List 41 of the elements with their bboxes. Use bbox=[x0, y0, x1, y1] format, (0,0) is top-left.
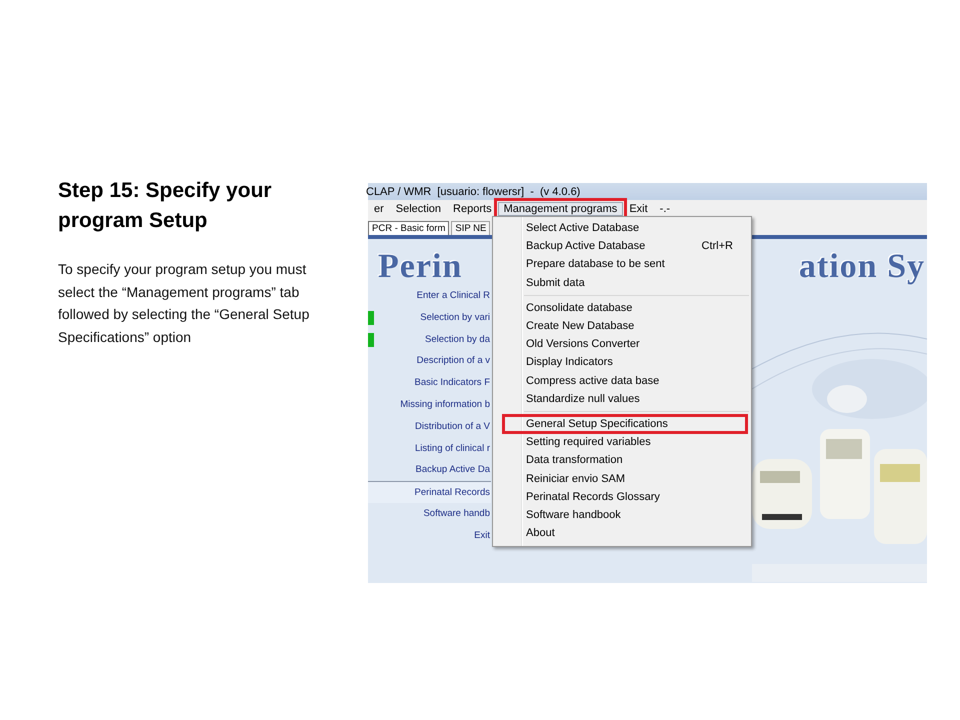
nav-link[interactable]: Description of a v bbox=[416, 350, 491, 372]
menu-option[interactable]: Setting required variables bbox=[493, 433, 751, 452]
menu-option[interactable]: General Setup Specifications bbox=[503, 414, 747, 434]
tab[interactable]: SIP NE bbox=[451, 221, 490, 235]
menu-option[interactable]: Perinatal Records Glossary bbox=[493, 488, 751, 506]
menu-option[interactable]: Data transformation bbox=[493, 451, 751, 470]
menu-option[interactable]: Submit data bbox=[493, 274, 751, 292]
nav-link[interactable]: Basic Indicators F bbox=[414, 372, 491, 394]
menu-option[interactable]: Display Indicators bbox=[493, 353, 751, 372]
nav-link[interactable]: Selection by vari bbox=[420, 306, 491, 329]
slide-title: Step 15: Specify your program Setup bbox=[58, 178, 273, 234]
menu-option[interactable]: Standardize null values bbox=[493, 390, 751, 408]
menu-option[interactable]: Software handbook bbox=[493, 506, 751, 524]
menu-option[interactable]: Backup Active Database Ctrl+R bbox=[493, 237, 751, 256]
menu-item[interactable]: er bbox=[368, 202, 390, 216]
nav-link[interactable]: Exit bbox=[474, 524, 491, 547]
menu-option[interactable]: Prepare database to be sent bbox=[493, 255, 751, 274]
nav-link[interactable]: Missing information b bbox=[400, 394, 491, 416]
banner-title: Perin bbox=[378, 251, 462, 283]
menu-option[interactable]: Old Versions Converter bbox=[493, 335, 751, 354]
window-title: CLAP / WMR [usuario: flowersr] - (v 4.0.6) bbox=[366, 186, 580, 198]
nav-link[interactable]: Distribution of a V bbox=[415, 416, 491, 438]
menu-option[interactable]: Reiniciar envio SAM bbox=[493, 469, 751, 488]
slide-text: To specify your program setup you must select the “Management programs” tab followed by selecting the “General Setup Specifications” option bbox=[58, 260, 310, 347]
menu-option[interactable]: Select Active Database bbox=[493, 219, 751, 238]
menu-option[interactable]: Consolidate database bbox=[493, 298, 751, 317]
menu-option[interactable]: Create New Database bbox=[493, 316, 751, 336]
nav-link[interactable]: Listing of clinical r bbox=[415, 438, 491, 460]
menu-item[interactable]: -.- bbox=[654, 202, 676, 216]
tab[interactable]: PCR - Basic form bbox=[368, 221, 450, 235]
nav-link[interactable]: Backup Active Da bbox=[416, 459, 491, 482]
nav-link[interactable]: Software handb bbox=[423, 502, 491, 525]
menu-item[interactable]: Selection bbox=[390, 202, 448, 216]
menu-option[interactable]: About bbox=[493, 524, 751, 542]
nav-link[interactable]: Enter a Clinical R bbox=[416, 285, 491, 307]
menu-item[interactable]: Exit bbox=[623, 202, 654, 216]
nav-link[interactable]: Perinatal Records bbox=[368, 481, 491, 503]
nav-link[interactable]: Selection by da bbox=[425, 328, 491, 350]
menu-item[interactable]: Reports bbox=[447, 202, 498, 216]
menu-option[interactable]: Compress active data base bbox=[493, 372, 751, 390]
banner-title: ation Sy bbox=[798, 251, 925, 283]
